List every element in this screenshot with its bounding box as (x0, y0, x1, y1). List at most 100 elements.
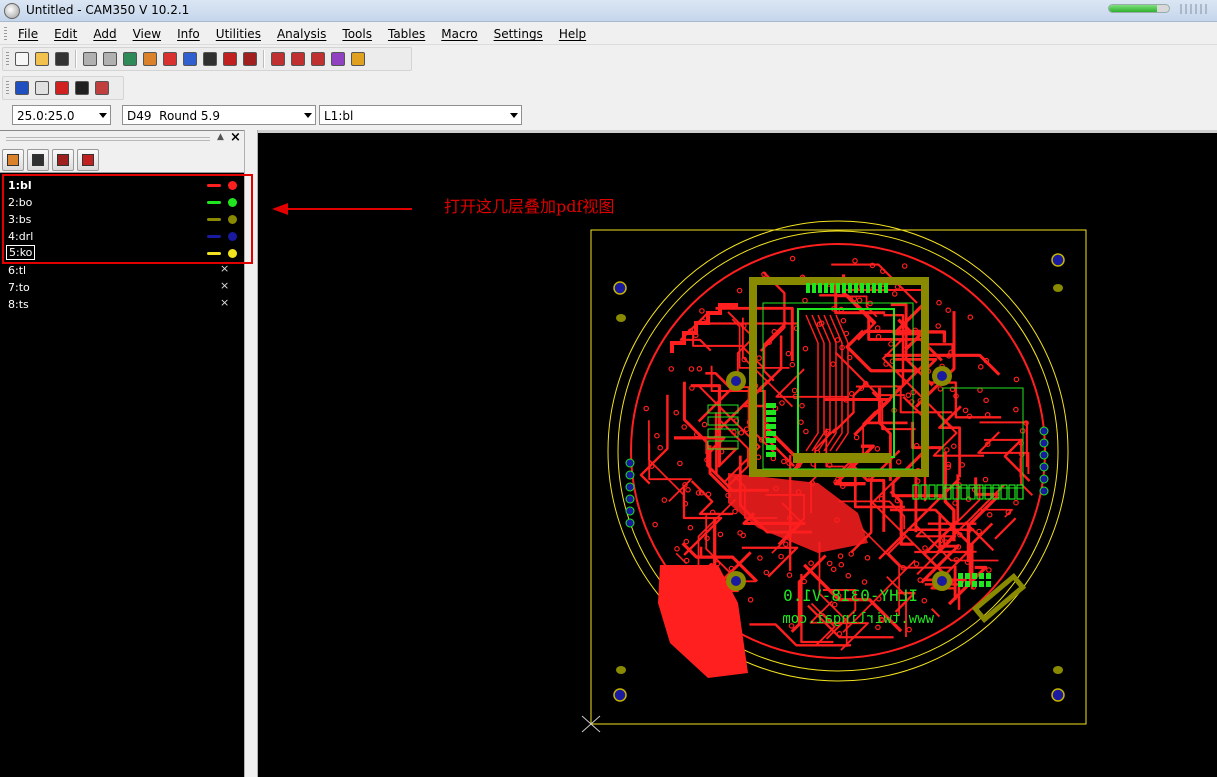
copper-trace (936, 484, 1005, 553)
menu-help[interactable]: Help (551, 23, 594, 45)
grid-button[interactable] (269, 50, 287, 68)
color-button[interactable] (329, 50, 347, 68)
via (808, 560, 814, 567)
pin-icon[interactable]: ▲ (217, 132, 224, 142)
via (830, 361, 836, 367)
dcode-select[interactable]: D49 Round 5.9 (122, 105, 316, 125)
via (688, 366, 695, 372)
highlight-button[interactable] (349, 50, 367, 68)
header-pin (979, 573, 984, 579)
via (921, 597, 928, 604)
module-pin (878, 283, 882, 293)
via (683, 557, 690, 564)
silkscreen-line2: www.twirlingai.com (782, 611, 934, 627)
snap-icon (223, 52, 237, 66)
zoom-all-icon (203, 52, 217, 66)
toolbar-grip[interactable] (6, 52, 9, 66)
via (945, 307, 952, 314)
dot-grid-button[interactable] (289, 50, 307, 68)
menu-file[interactable]: File (10, 23, 46, 45)
via (836, 630, 843, 637)
panel-toolbar-buttons (2, 149, 99, 171)
panel-grip[interactable] (6, 137, 210, 142)
chevron-down-icon[interactable] (304, 113, 312, 118)
layer-settings-button[interactable] (77, 149, 99, 171)
new-file-button[interactable] (13, 50, 31, 68)
via (983, 397, 989, 404)
add-layer-icon (32, 154, 44, 166)
menu-info[interactable]: Info (169, 23, 208, 45)
zoom-out-button[interactable] (181, 50, 199, 68)
layer-value: L1:bl (324, 109, 354, 123)
edge-pad (1039, 474, 1049, 484)
header-pin (972, 573, 977, 579)
rotate-button[interactable] (73, 79, 91, 97)
copy-icon (35, 81, 49, 95)
connector-pin (1016, 484, 1024, 500)
menu-tools[interactable]: Tools (334, 23, 380, 45)
layer-row[interactable]: 8:ts × (0, 296, 244, 313)
via (950, 443, 957, 450)
toolbar-grip[interactable] (6, 81, 9, 95)
copper-trace (775, 368, 850, 398)
copy-button[interactable] (33, 79, 51, 97)
zoom-all-button[interactable] (201, 50, 219, 68)
hidden-layer-icon[interactable]: × (220, 296, 229, 309)
via (799, 402, 805, 409)
hidden-layer-icon[interactable]: × (220, 279, 229, 292)
menu-add[interactable]: Add (85, 23, 124, 45)
edit-layer-button[interactable] (2, 149, 24, 171)
module-pin (766, 424, 776, 429)
redo-button[interactable] (101, 50, 119, 68)
header-pin (986, 581, 991, 587)
pad-grid-button[interactable] (309, 50, 327, 68)
snap-button[interactable] (221, 50, 239, 68)
menu-tables[interactable]: Tables (380, 23, 433, 45)
pcb-view[interactable]: ILHY-0318-V1.0 www.twirlingai.com (258, 133, 1217, 777)
move-button[interactable] (13, 79, 31, 97)
menu-edit[interactable]: Edit (46, 23, 85, 45)
menu-utilities[interactable]: Utilities (208, 23, 269, 45)
mask-pad (1053, 284, 1063, 292)
redraw-button[interactable] (121, 50, 139, 68)
close-icon[interactable]: × (230, 130, 241, 145)
zoom-window-button[interactable] (161, 50, 179, 68)
drawing-canvas[interactable]: ILHY-0318-V1.0 www.twirlingai.com (258, 130, 1217, 777)
module-pin (824, 283, 828, 293)
edit-layer-icon (7, 154, 19, 166)
module-pin (766, 438, 776, 443)
via (789, 255, 796, 262)
via (935, 323, 942, 329)
silkscreen-line1: ILHY-0318-V1.0 (783, 586, 918, 605)
undo-button[interactable] (81, 50, 99, 68)
chevron-down-icon[interactable] (510, 113, 518, 118)
layer-row[interactable]: 6:tl × (0, 262, 244, 279)
erase-button[interactable] (141, 50, 159, 68)
module-connector (793, 453, 891, 463)
menu-view[interactable]: View (125, 23, 169, 45)
layer-row[interactable]: 7:to × (0, 279, 244, 296)
via (937, 386, 944, 392)
menu-grip[interactable] (4, 27, 7, 41)
mirror-button[interactable] (93, 79, 111, 97)
chevron-down-icon[interactable] (99, 113, 107, 118)
window-controls[interactable] (1180, 4, 1210, 14)
menu-analysis[interactable]: Analysis (269, 23, 334, 45)
menu-macro[interactable]: Macro (433, 23, 485, 45)
module-pin (766, 417, 776, 422)
module-pin (848, 283, 852, 293)
zoom-select[interactable]: 25.0:25.0 (12, 105, 111, 125)
delete-button[interactable] (53, 79, 71, 97)
via (1013, 499, 1019, 506)
module-pin (860, 283, 864, 293)
open-folder-button[interactable] (33, 50, 51, 68)
via (743, 426, 750, 433)
layer-stack-button[interactable] (52, 149, 74, 171)
copper-trace (639, 394, 669, 485)
save-button[interactable] (53, 50, 71, 68)
via (685, 486, 691, 493)
layer-select[interactable]: L1:bl (319, 105, 522, 125)
add-layer-button[interactable] (27, 149, 49, 171)
layers-button[interactable] (241, 50, 259, 68)
menu-settings[interactable]: Settings (486, 23, 551, 45)
